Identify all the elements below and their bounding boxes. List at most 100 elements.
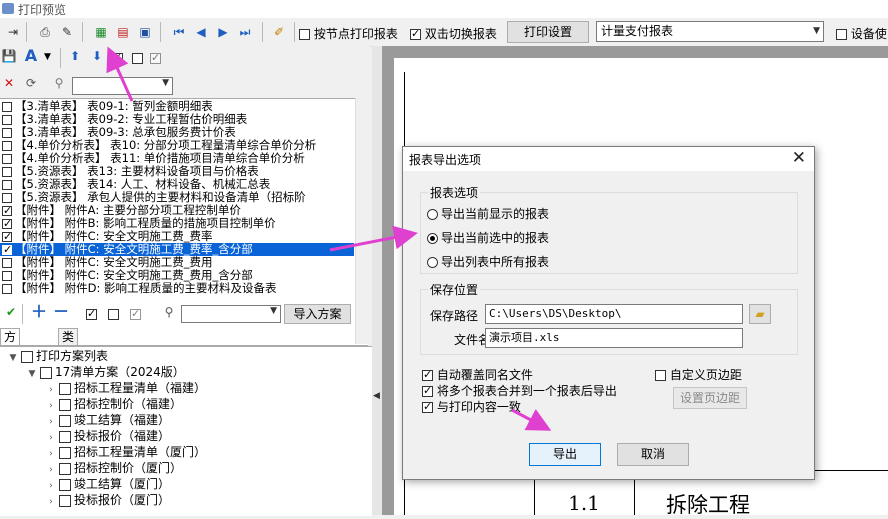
tree-check-all-box[interactable] — [86, 307, 97, 321]
tree-invert-box[interactable] — [130, 307, 141, 321]
font-dropdown-icon[interactable]: ▼ — [44, 52, 51, 62]
tree-checkbox[interactable] — [21, 350, 33, 363]
word-export-icon[interactable]: ▣ — [136, 23, 154, 41]
uncheck-box[interactable] — [132, 51, 143, 65]
font-icon[interactable]: A — [22, 47, 40, 65]
tree-uncheck-box[interactable] — [108, 307, 119, 321]
report-checkbox[interactable] — [2, 192, 12, 203]
report-checkbox[interactable] — [2, 230, 12, 243]
export-button[interactable]: 导出 — [529, 443, 601, 466]
move-down-icon[interactable]: ⬇ — [88, 47, 106, 65]
report-checkbox[interactable] — [2, 140, 12, 151]
report-checkbox[interactable] — [2, 166, 12, 177]
tree-checkbox[interactable] — [59, 430, 71, 443]
last-page-icon[interactable]: ⏭ — [236, 23, 254, 41]
tree-checkbox[interactable] — [59, 462, 71, 475]
search-icon[interactable]: ⚲ — [160, 303, 178, 321]
dblclick-switch-checkbox[interactable] — [410, 27, 421, 40]
report-checkbox[interactable] — [2, 283, 12, 294]
tab-type-list[interactable]: 类型列表 — [58, 328, 79, 392]
tree-checkbox[interactable] — [59, 478, 71, 491]
print-settings-button[interactable]: 打印设置 — [507, 21, 589, 43]
tree-checkbox[interactable] — [59, 494, 71, 507]
save-icon[interactable]: 💾 — [0, 47, 18, 65]
remove-icon[interactable]: － — [52, 303, 70, 321]
folder-icon[interactable]: ▰ — [749, 304, 771, 324]
close-icon[interactable]: ✕ — [792, 148, 806, 168]
expand-arrow-icon[interactable]: ▼ — [27, 366, 37, 382]
check-all-box[interactable] — [112, 51, 123, 65]
tree-item[interactable]: ▼ 打印方案列表 — [8, 348, 108, 364]
tree-item[interactable]: › 竣工结算（厦门） — [46, 476, 170, 492]
report-list-item[interactable]: 【附件】 附件D: 影响工程质量的主要材料及设备表 — [0, 282, 277, 295]
add-icon[interactable]: ＋ — [30, 303, 48, 321]
report-checkbox[interactable] — [2, 101, 12, 112]
save-path-input[interactable]: C:\Users\DS\Desktop\ — [485, 304, 743, 324]
device-checkbox[interactable] — [836, 29, 847, 40]
merge-option[interactable]: 将多个报表合并到一个报表后导出 — [422, 382, 617, 399]
report-checkbox[interactable] — [2, 270, 12, 281]
tree-item[interactable]: › 招标控制价（福建） — [46, 396, 182, 412]
prev-page-icon[interactable]: ◀ — [192, 23, 210, 41]
excel-export-icon[interactable]: ▦ — [92, 23, 110, 41]
expand-arrow-icon[interactable]: ▼ — [8, 350, 18, 366]
tree-item[interactable]: › 招标工程量清单（福建） — [46, 380, 206, 396]
refresh-icon[interactable]: ⟳ — [22, 74, 40, 92]
dblclick-switch-option[interactable]: 双击切换报表 — [410, 25, 497, 42]
radio-current-selected[interactable]: 导出当前选中的报表 — [427, 229, 549, 246]
tree-item[interactable]: ▼ 17清单方案（2024版） — [27, 364, 185, 380]
next-page-icon[interactable]: ▶ — [214, 23, 232, 41]
report-checkbox[interactable] — [2, 243, 12, 256]
print-by-node-option[interactable]: 按节点打印报表 — [299, 25, 398, 42]
exit-icon[interactable]: ⇥ — [4, 23, 22, 41]
tree-checkbox[interactable] — [59, 398, 71, 411]
panel-splitter[interactable]: ◀ — [372, 46, 382, 515]
match-print-option[interactable]: 与打印内容一致 — [422, 398, 521, 415]
tab-scheme-list[interactable]: 方案列表 — [0, 328, 21, 392]
print-by-node-checkbox[interactable] — [299, 29, 310, 40]
filter-combo[interactable]: ▼ — [72, 77, 173, 95]
printer-icon[interactable]: ⎙ — [36, 23, 54, 41]
filter-icon[interactable]: ⚲ — [50, 74, 68, 92]
tree-checkbox[interactable] — [59, 414, 71, 427]
tree-item[interactable]: › 招标工程量清单（厦门） — [46, 444, 206, 460]
tree-item[interactable]: › 竣工结算（福建） — [46, 412, 170, 428]
import-scheme-button[interactable]: 导入方案 — [284, 304, 351, 324]
tree-checkbox[interactable] — [40, 366, 52, 379]
report-item-label: 【附件】 附件A: 主要分部分项工程控制单价 — [15, 203, 241, 217]
delete-icon[interactable]: ✕ — [0, 74, 18, 92]
device-option[interactable]: 设备使 — [836, 25, 887, 42]
set-margin-button[interactable]: 设置页边距 — [673, 387, 747, 409]
confirm-icon[interactable]: ✔ — [2, 303, 20, 321]
pen-icon[interactable]: ✎ — [58, 23, 76, 41]
brush-icon[interactable]: ✐ — [270, 23, 288, 41]
custom-margin-option[interactable]: 自定义页边距 — [655, 366, 742, 383]
collapse-arrow-icon[interactable]: › — [46, 494, 56, 510]
move-up-icon[interactable]: ⬆ — [66, 47, 84, 65]
radio-all-reports[interactable]: 导出列表中所有报表 — [427, 253, 549, 270]
first-page-icon[interactable]: ⏮ — [170, 23, 188, 41]
report-checkbox[interactable] — [2, 127, 12, 138]
report-checkbox[interactable] — [2, 204, 12, 217]
cancel-button[interactable]: 取消 — [617, 443, 689, 466]
report-list-scrollbar[interactable] — [355, 98, 370, 344]
scheme-combo[interactable]: ▼ — [181, 305, 281, 323]
report-type-combo[interactable]: 计量支付报表 ▼ — [596, 21, 824, 42]
collapse-arrow-icon[interactable]: ◀ — [373, 391, 380, 401]
report-checkbox[interactable] — [2, 257, 12, 268]
file-name-input[interactable]: 演示项目.xls — [485, 328, 743, 348]
overwrite-option[interactable]: 自动覆盖同名文件 — [422, 366, 533, 383]
report-checkbox[interactable] — [2, 179, 12, 190]
report-checkbox[interactable] — [2, 153, 12, 164]
tree-checkbox[interactable] — [59, 382, 71, 395]
tree-item[interactable]: › 投标报价（福建） — [46, 428, 170, 444]
pdf-export-icon[interactable]: ▤ — [114, 23, 132, 41]
report-checkbox[interactable] — [2, 217, 12, 230]
tree-item[interactable]: › 招标控制价（厦门） — [46, 460, 182, 476]
window-title-bar: 打印预览 — [0, 0, 888, 18]
invert-check-box[interactable] — [150, 51, 161, 65]
report-checkbox[interactable] — [2, 114, 12, 125]
radio-current-shown[interactable]: 导出当前显示的报表 — [427, 205, 549, 222]
tree-checkbox[interactable] — [59, 446, 71, 459]
tree-item[interactable]: › 投标报价（厦门） — [46, 492, 170, 508]
